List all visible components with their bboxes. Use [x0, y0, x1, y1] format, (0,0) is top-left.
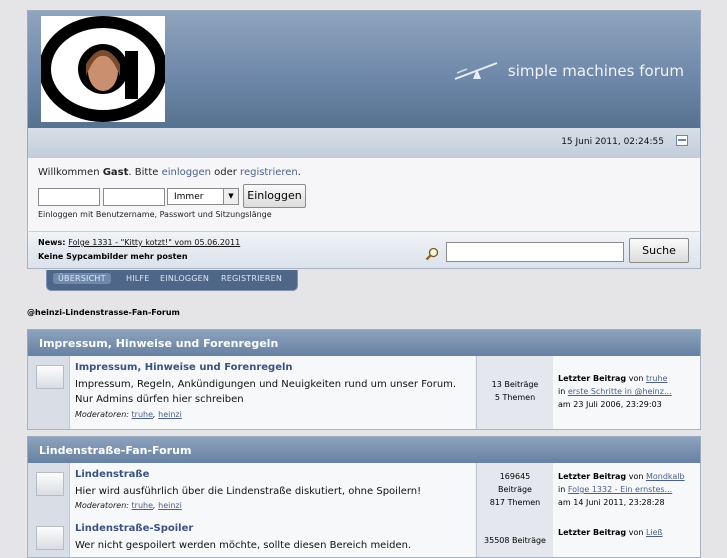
board-icon-cell — [28, 463, 70, 517]
login-hint: Einloggen mit Benutzername, Passwort und… — [38, 210, 272, 219]
last-post-in: in — [558, 387, 566, 396]
chevron-down-icon[interactable]: ▼ — [223, 189, 238, 204]
password-input[interactable] — [103, 188, 165, 206]
or-text: oder — [210, 167, 241, 178]
current-date: 15 Juni 2011, 02:24:55 — [561, 137, 664, 147]
last-post-label: Letzter Beitrag — [558, 374, 627, 383]
board-icon[interactable] — [36, 365, 64, 389]
last-post-by: von — [628, 528, 644, 537]
board-row: Lindenstraße Hier wird ausführlich über … — [27, 463, 701, 518]
welcome-text: Willkommen Gast. Bitte einloggen oder re… — [38, 167, 301, 178]
board-stats: 13 Beiträge 5 Themen — [476, 356, 554, 429]
username-input[interactable] — [38, 188, 100, 206]
board-info: Lindenstraße-Spoiler Wer nicht gespoiler… — [70, 517, 475, 557]
welcome-dot: . — [297, 167, 301, 178]
board-icon-cell — [28, 517, 70, 557]
board-name[interactable]: Impressum, Hinweise und Forenregeln — [75, 362, 293, 373]
board-info: Lindenstraße Hier wird ausführlich über … — [70, 463, 475, 517]
last-post-by: von — [628, 374, 644, 383]
last-post-date: am 23 Juli 2006, 23:29:03 — [558, 400, 662, 409]
last-post-line: Letzter Beitrag von Mondkalb — [558, 472, 685, 481]
menu-item-login[interactable]: EINLOGGEN — [160, 274, 209, 283]
search-input[interactable] — [446, 242, 624, 262]
board-description: Wer nicht gespoilert werden möchte, soll… — [75, 540, 412, 551]
login-panel: Willkommen Gast. Bitte einloggen oder re… — [27, 158, 701, 232]
news-label: News — [38, 238, 63, 247]
last-post-topic[interactable]: erste Schritte in @heinz... — [568, 387, 672, 396]
last-post-user[interactable]: truhe — [646, 374, 668, 383]
board-description: Impressum, Regeln, Ankündigungen und Neu… — [75, 379, 457, 405]
moderator-link[interactable]: heinzi — [158, 410, 182, 419]
moderators-label: Moderatoren: — [75, 501, 129, 510]
last-post-label: Letzter Beitrag — [558, 472, 627, 481]
board-name[interactable]: Lindenstraße — [75, 469, 149, 480]
session-length-select[interactable]: Immer ▼ — [167, 188, 239, 205]
last-post-topic[interactable]: Folge 1332 - Ein ernstes... — [568, 485, 672, 494]
stat-topics: 817 Themen — [489, 498, 541, 507]
menu-item-register[interactable]: REGISTRIEREN — [221, 274, 282, 283]
last-post-user[interactable]: Ließ — [646, 528, 663, 537]
board-last-post: Letzter Beitrag von Ließ — [553, 517, 700, 557]
upper-bar: 15 Juni 2011, 02:24:55 — [27, 128, 701, 159]
news-bar: News: Folge 1331 - "Kitty kotzt!" vom 05… — [27, 231, 701, 269]
menu-item-help[interactable]: HILFE — [126, 274, 150, 283]
news-notice: Keine Sypcambilder mehr posten — [38, 252, 188, 261]
news-link[interactable]: Folge 1331 - "Kitty kotzt!" vom 05.06.20… — [68, 238, 240, 247]
last-post-topic-line: in Folge 1332 - Ein ernstes... — [558, 485, 672, 494]
stat-topics: 5 Themen — [494, 393, 536, 402]
stat-posts: 35508 Beiträge — [484, 536, 546, 545]
breadcrumb[interactable]: @heinzi-Lindenstrasse-Fan-Forum — [27, 308, 180, 317]
last-post-line: Letzter Beitrag von Ließ — [558, 528, 663, 537]
brand-text: simple machines forum — [507, 62, 684, 80]
welcome-mid: . Bitte — [128, 167, 162, 178]
guest-label: Gast — [102, 167, 129, 178]
login-link[interactable]: einloggen — [162, 167, 211, 178]
last-post-label: Letzter Beitrag — [558, 528, 627, 537]
board-moderators: Moderatoren: truhe, heinzi — [75, 410, 182, 419]
board-description: Hier wird ausführlich über die Lindenstr… — [75, 486, 422, 497]
moderator-link[interactable]: heinzi — [158, 501, 182, 510]
smf-logo-icon — [454, 62, 498, 80]
board-icon[interactable] — [36, 472, 64, 496]
category-header[interactable]: Impressum, Hinweise und Forenregeln — [27, 329, 701, 357]
board-row: Impressum, Hinweise und Forenregeln Impr… — [27, 356, 701, 430]
forum-logo[interactable] — [39, 16, 167, 122]
board-icon[interactable] — [36, 526, 64, 550]
session-select-value: Immer — [174, 192, 204, 202]
board-name[interactable]: Lindenstraße-Spoiler — [75, 523, 193, 534]
last-post-by: von — [628, 472, 644, 481]
register-link[interactable]: registrieren — [240, 167, 298, 178]
category-title: Impressum, Hinweise und Forenregeln — [39, 337, 279, 350]
board-row: Lindenstraße-Spoiler Wer nicht gespoiler… — [27, 517, 701, 558]
board-stats: 35508 Beiträge — [476, 517, 554, 557]
news-line: News: Folge 1331 - "Kitty kotzt!" vom 05… — [38, 238, 241, 247]
moderator-link[interactable]: truhe — [132, 410, 154, 419]
board-icon-cell — [28, 356, 70, 429]
last-post-user[interactable]: Mondkalb — [646, 472, 685, 481]
board-last-post: Letzter Beitrag von Mondkalb in Folge 13… — [553, 463, 700, 517]
board-last-post: Letzter Beitrag von truhe in erste Schri… — [553, 356, 700, 429]
stat-posts: 169645 — [499, 472, 531, 481]
category-header[interactable]: Lindenstraße-Fan-Forum — [27, 436, 701, 464]
welcome-prefix: Willkommen — [38, 167, 103, 178]
collapse-icon[interactable] — [676, 135, 688, 146]
last-post-in: in — [558, 485, 566, 494]
forum-header: simple machines forum — [27, 10, 701, 131]
last-post-line: Letzter Beitrag von truhe — [558, 374, 667, 383]
board-moderators: Moderatoren: truhe, heinzi — [75, 501, 182, 510]
stat-posts-label: Beiträge — [498, 485, 532, 494]
moderator-link[interactable]: truhe — [132, 501, 154, 510]
last-post-date: am 14 Juni 2011, 23:28:28 — [558, 498, 665, 507]
stat-posts: 13 Beiträge — [491, 380, 539, 389]
search-icon — [425, 247, 439, 261]
main-menu: ÜBERSICHT HILFE EINLOGGEN REGISTRIEREN — [46, 270, 298, 291]
category-title: Lindenstraße-Fan-Forum — [39, 444, 192, 457]
last-post-topic-line: in erste Schritte in @heinz... — [558, 387, 672, 396]
menu-item-overview[interactable]: ÜBERSICHT — [53, 273, 111, 284]
moderators-label: Moderatoren: — [75, 410, 129, 419]
search-button[interactable]: Suche — [629, 238, 689, 263]
login-button[interactable]: Einloggen — [243, 184, 306, 208]
board-info: Impressum, Hinweise und Forenregeln Impr… — [70, 356, 475, 429]
board-stats: 169645 Beiträge 817 Themen — [476, 463, 554, 517]
